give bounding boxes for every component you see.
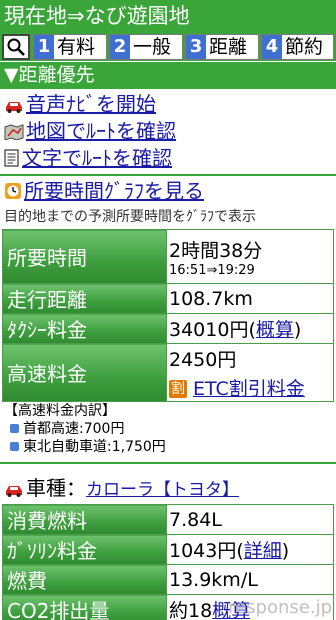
taxi-paren-open: (: [248, 319, 256, 341]
map-icon: [4, 120, 24, 146]
distance-value: 108.7km: [166, 283, 334, 314]
car-type-label: 車種：: [26, 476, 86, 500]
tab-bar: 1 有料 2 一般 3 距離 4 節約: [0, 33, 336, 61]
efficiency-label: 燃費: [2, 564, 167, 595]
breakdown-item-text: 首都高速:700円: [23, 421, 125, 437]
tab-search[interactable]: [2, 34, 30, 60]
co2-label: CO2排出量: [2, 594, 167, 620]
toll-label: 高速料金: [2, 343, 167, 402]
bullet-icon: [10, 424, 19, 433]
discount-badge-icon: 割: [169, 380, 187, 398]
car-icon: [4, 93, 24, 119]
etc-discount-link[interactable]: ETC割引料金: [193, 378, 305, 400]
tab-economy[interactable]: 4 節約: [261, 34, 334, 60]
tab-toll[interactable]: 1 有料: [33, 34, 107, 60]
co2-value: 約18: [169, 600, 213, 620]
text-route-link[interactable]: 文字でﾙｰﾄを確認: [22, 146, 172, 170]
time-graph-link[interactable]: 所要時間ｸﾞﾗﾌを見る: [24, 179, 204, 203]
gas-cell: 1043円(詳細): [166, 534, 334, 565]
document-icon: [4, 147, 20, 173]
toll-value: 2450円: [169, 348, 237, 371]
breakdown-item-text: 東北自動車道:1,750円: [23, 439, 166, 455]
bullet-icon: [10, 442, 19, 451]
tab-general[interactable]: 2 一般: [109, 34, 183, 60]
breakdown-item: 首都高速:700円: [4, 420, 334, 438]
car-type-row: 車種：カローラ【トヨタ】: [4, 472, 239, 502]
divider: [0, 174, 336, 176]
tab-label: 節約: [285, 36, 324, 58]
toll-breakdown: 【高速料金内訳】 首都高速:700円 東北自動車道:1,750円: [4, 402, 334, 456]
taxi-cell: 34010円(概算): [166, 313, 334, 344]
graph-note: 目的地までの予測所要時間をｸﾞﾗﾌで表示: [4, 209, 256, 225]
tab-number: 2: [110, 35, 130, 59]
time-graph-row[interactable]: 所要時間ｸﾞﾗﾌを見る: [4, 178, 204, 204]
gas-value: 1043円: [169, 540, 237, 562]
watermark: response.jp: [228, 597, 332, 618]
voice-nav-row[interactable]: 音声ﾅﾋﾞを開始: [4, 91, 156, 117]
taxi-paren-close: ): [293, 319, 302, 341]
taxi-estimate-link[interactable]: 概算: [256, 319, 294, 341]
window-title: 現在地⇒なび遊園地: [0, 0, 336, 33]
car-model-link[interactable]: カローラ【トヨタ】: [86, 480, 239, 500]
route-summary-table: 所要時間 2時間38分 16:51⇒19:29 走行距離 108.7km ﾀｸｼ…: [2, 229, 334, 402]
distance-label: 走行距離: [2, 283, 167, 314]
consumption-label: 消費燃料: [2, 504, 167, 535]
efficiency-value: 13.9km/L: [166, 564, 334, 595]
voice-nav-link[interactable]: 音声ﾅﾋﾞを開始: [26, 92, 156, 116]
gas-paren-close: ): [281, 540, 290, 562]
breakdown-title: 【高速料金内訳】: [4, 403, 116, 419]
taxi-value: 34010円: [169, 319, 249, 341]
divider: [0, 462, 336, 464]
gas-label: ｶﾞｿﾘﾝ料金: [2, 534, 167, 565]
search-icon: [7, 38, 25, 56]
map-route-row[interactable]: 地図でﾙｰﾄを確認: [4, 118, 176, 144]
tab-label: 一般: [133, 36, 172, 58]
text-route-row[interactable]: 文字でﾙｰﾄを確認: [4, 145, 172, 171]
tab-number: 4: [262, 35, 282, 59]
toll-cell: 2450円 割 ETC割引料金: [166, 343, 334, 402]
gas-paren-open: (: [236, 540, 244, 562]
taxi-label: ﾀｸｼｰ料金: [2, 313, 167, 344]
gas-detail-link[interactable]: 詳細: [244, 540, 282, 562]
clock-icon: [4, 180, 22, 206]
time-range: 16:51⇒19:29: [169, 262, 255, 278]
car-icon: [4, 478, 24, 502]
tab-label: 有料: [57, 36, 96, 58]
tab-number: 3: [186, 35, 206, 59]
breakdown-item: 東北自動車道:1,750円: [4, 438, 334, 456]
tab-number: 1: [34, 35, 54, 59]
section-header: ▼距離優先: [0, 62, 336, 89]
time-value: 2時間38分: [169, 239, 263, 262]
etc-row[interactable]: 割 ETC割引料金: [169, 374, 333, 401]
map-route-link[interactable]: 地図でﾙｰﾄを確認: [26, 119, 176, 143]
consumption-value: 7.84L: [166, 504, 334, 535]
tab-distance[interactable]: 3 距離: [185, 34, 259, 60]
time-cell: 2時間38分 16:51⇒19:29: [166, 229, 334, 284]
tab-label: 距離: [209, 36, 248, 58]
time-label: 所要時間: [2, 229, 167, 284]
